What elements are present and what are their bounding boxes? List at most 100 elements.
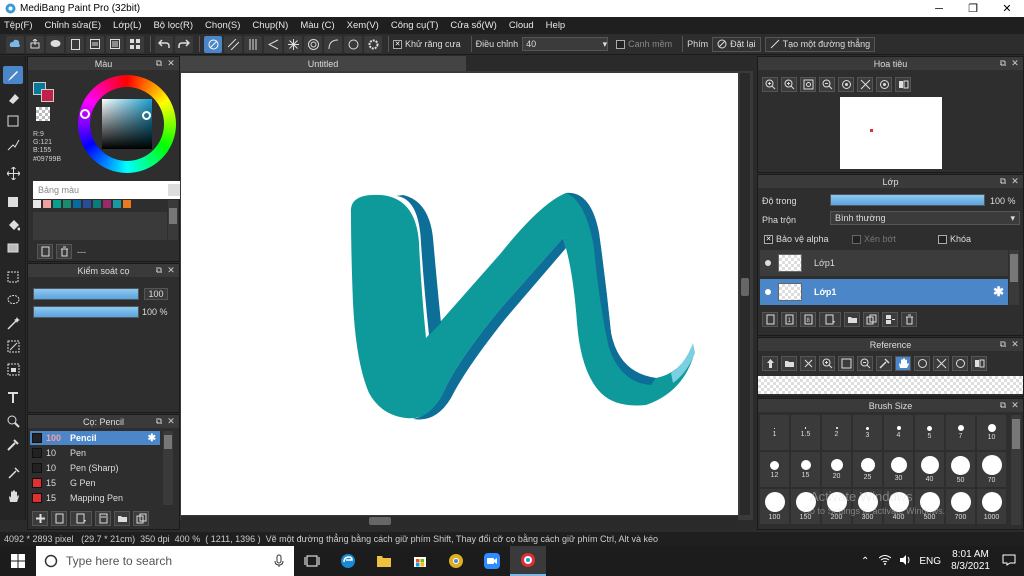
edge-browser-icon[interactable] bbox=[330, 546, 366, 576]
brush-size-cell[interactable]: 1000 bbox=[977, 489, 1006, 524]
brush-size-scrollbar[interactable] bbox=[1011, 415, 1021, 525]
sv-handle[interactable] bbox=[142, 111, 151, 120]
undock-icon[interactable]: ⧉ bbox=[998, 400, 1008, 410]
duplicate-layer-icon[interactable] bbox=[863, 312, 879, 327]
canvas-vscroll-thumb[interactable] bbox=[741, 278, 749, 296]
reference-rotate-left-icon[interactable] bbox=[914, 356, 930, 371]
select-pen-tool-icon[interactable] bbox=[3, 337, 23, 355]
brush-size-cell[interactable]: 7 bbox=[946, 415, 975, 450]
bucket-tool-icon[interactable] bbox=[3, 216, 23, 234]
document-icon[interactable] bbox=[66, 35, 84, 53]
menu-help[interactable]: Help bbox=[546, 20, 566, 31]
menu-snap[interactable]: Chụp(N) bbox=[252, 20, 288, 31]
eyedropper-tool-icon[interactable] bbox=[3, 435, 23, 453]
palette-swatch[interactable] bbox=[113, 200, 121, 208]
brush-size-cell[interactable]: 1 bbox=[760, 415, 789, 450]
maximize-icon[interactable]: ❐ bbox=[956, 0, 990, 17]
comment-icon[interactable] bbox=[46, 35, 64, 53]
brush-item-pencil[interactable]: 100 Pencil ✱ bbox=[30, 431, 160, 445]
drawing-canvas[interactable] bbox=[181, 73, 738, 515]
menu-filter[interactable]: Bộ lọc(R) bbox=[153, 20, 193, 31]
brush-size-cell[interactable]: 2 bbox=[822, 415, 851, 450]
layer-scrollbar[interactable] bbox=[1009, 250, 1019, 305]
layer-add-menu-icon[interactable] bbox=[819, 312, 841, 327]
delete-palette-icon[interactable] bbox=[56, 244, 72, 259]
navigator-preview[interactable] bbox=[840, 97, 942, 169]
reset-button[interactable]: Đặt lại bbox=[712, 36, 761, 52]
delete-layer-icon[interactable] bbox=[901, 312, 917, 327]
curve-snap-icon[interactable] bbox=[324, 35, 342, 53]
palette-swatch[interactable] bbox=[93, 200, 101, 208]
zoom-in-alt-icon[interactable] bbox=[781, 77, 797, 92]
canvas-horizontal-scrollbar[interactable] bbox=[181, 516, 738, 526]
undock-icon[interactable]: ⧉ bbox=[154, 58, 164, 68]
brush-size-cell[interactable]: 25 bbox=[853, 452, 882, 487]
undock-icon[interactable]: ⧉ bbox=[154, 416, 164, 426]
brush-list-scrollbar[interactable] bbox=[163, 431, 173, 505]
brush-item-g-pen[interactable]: 15 G Pen bbox=[30, 476, 160, 490]
lasso-tool-icon[interactable] bbox=[3, 291, 23, 309]
layer-folder-icon[interactable] bbox=[844, 312, 860, 327]
reference-rotate-right-icon[interactable] bbox=[952, 356, 968, 371]
menu-layer[interactable]: Lớp(L) bbox=[113, 20, 141, 31]
protect-alpha-checkbox[interactable]: ✕ Bảo vệ alpha bbox=[764, 234, 829, 244]
layer-opacity-slider[interactable] bbox=[830, 194, 985, 206]
select-tool-icon[interactable] bbox=[3, 268, 23, 286]
palette-swatch[interactable] bbox=[33, 200, 41, 208]
menu-edit[interactable]: Chỉnh sửa(E) bbox=[45, 20, 102, 31]
layer-row-selected[interactable]: Lớp1 ✱ bbox=[760, 279, 1008, 305]
redo-icon[interactable] bbox=[175, 35, 193, 53]
transparent-color-swatch[interactable] bbox=[36, 107, 50, 121]
tray-chevron-up-icon[interactable]: ⌃ bbox=[861, 556, 869, 567]
radial-snap-icon[interactable] bbox=[284, 35, 302, 53]
menu-file[interactable]: Tệp(F) bbox=[4, 20, 33, 31]
rotate-left-icon[interactable] bbox=[838, 77, 854, 92]
undock-icon[interactable]: ⧉ bbox=[154, 265, 164, 275]
select-eraser-tool-icon[interactable] bbox=[3, 360, 23, 378]
brush-size-cell[interactable]: 15 bbox=[791, 452, 820, 487]
menu-color[interactable]: Màu (C) bbox=[300, 20, 334, 31]
new-brush-icon[interactable] bbox=[51, 511, 67, 526]
reference-hand-icon[interactable] bbox=[895, 356, 911, 371]
merge-layer-icon[interactable] bbox=[882, 312, 898, 327]
menu-view[interactable]: Xem(V) bbox=[347, 20, 379, 31]
brush-menu-icon[interactable] bbox=[70, 511, 92, 526]
task-view-icon[interactable] bbox=[294, 546, 330, 576]
microphone-icon[interactable] bbox=[274, 554, 284, 568]
cloud-icon[interactable] bbox=[6, 35, 24, 53]
document-tab[interactable]: Untitled bbox=[180, 56, 466, 71]
reference-flip-icon[interactable] bbox=[933, 356, 949, 371]
antialias-checkbox[interactable]: ✕ Khử răng cưa bbox=[393, 39, 461, 49]
taskbar-search-box[interactable]: Type here to search bbox=[36, 546, 294, 576]
brush-duplicate-icon[interactable] bbox=[133, 511, 149, 526]
zoom-in-icon[interactable] bbox=[762, 77, 778, 92]
visibility-dot-icon[interactable] bbox=[765, 260, 771, 266]
palette-swatch[interactable] bbox=[73, 200, 81, 208]
share-icon[interactable] bbox=[26, 35, 44, 53]
brush-size-cell[interactable]: 5 bbox=[915, 415, 944, 450]
text-tool-icon[interactable] bbox=[3, 389, 23, 407]
page-icon[interactable] bbox=[86, 35, 104, 53]
menu-tools[interactable]: Công cụ(T) bbox=[391, 20, 439, 31]
palette-swatch[interactable] bbox=[63, 200, 71, 208]
line-tool-icon[interactable] bbox=[3, 135, 23, 153]
color-wheel[interactable] bbox=[78, 75, 176, 173]
fill-shape-tool-icon[interactable] bbox=[3, 193, 23, 211]
canvas-vertical-scrollbar[interactable] bbox=[740, 73, 750, 515]
brush-tool-icon[interactable] bbox=[3, 66, 23, 84]
file-explorer-icon[interactable] bbox=[366, 546, 402, 576]
brush-size-cell[interactable]: 20 bbox=[822, 452, 851, 487]
volume-icon[interactable] bbox=[899, 554, 911, 568]
minimize-icon[interactable]: ─ bbox=[922, 0, 956, 17]
menu-cloud[interactable]: Cloud bbox=[509, 20, 534, 31]
palette-swatch[interactable] bbox=[103, 200, 111, 208]
visibility-dot-icon[interactable] bbox=[765, 289, 771, 295]
move-tool-icon[interactable] bbox=[3, 164, 23, 182]
rotate-right-icon[interactable] bbox=[876, 77, 892, 92]
palette-swatch[interactable] bbox=[123, 200, 131, 208]
brush-size-cell[interactable]: 40 bbox=[915, 452, 944, 487]
hue-handle[interactable] bbox=[80, 109, 90, 119]
layer-row[interactable]: Lớp1 bbox=[760, 250, 1008, 276]
close-icon[interactable]: ✕ bbox=[1010, 339, 1020, 349]
reference-close-icon[interactable] bbox=[800, 356, 816, 371]
